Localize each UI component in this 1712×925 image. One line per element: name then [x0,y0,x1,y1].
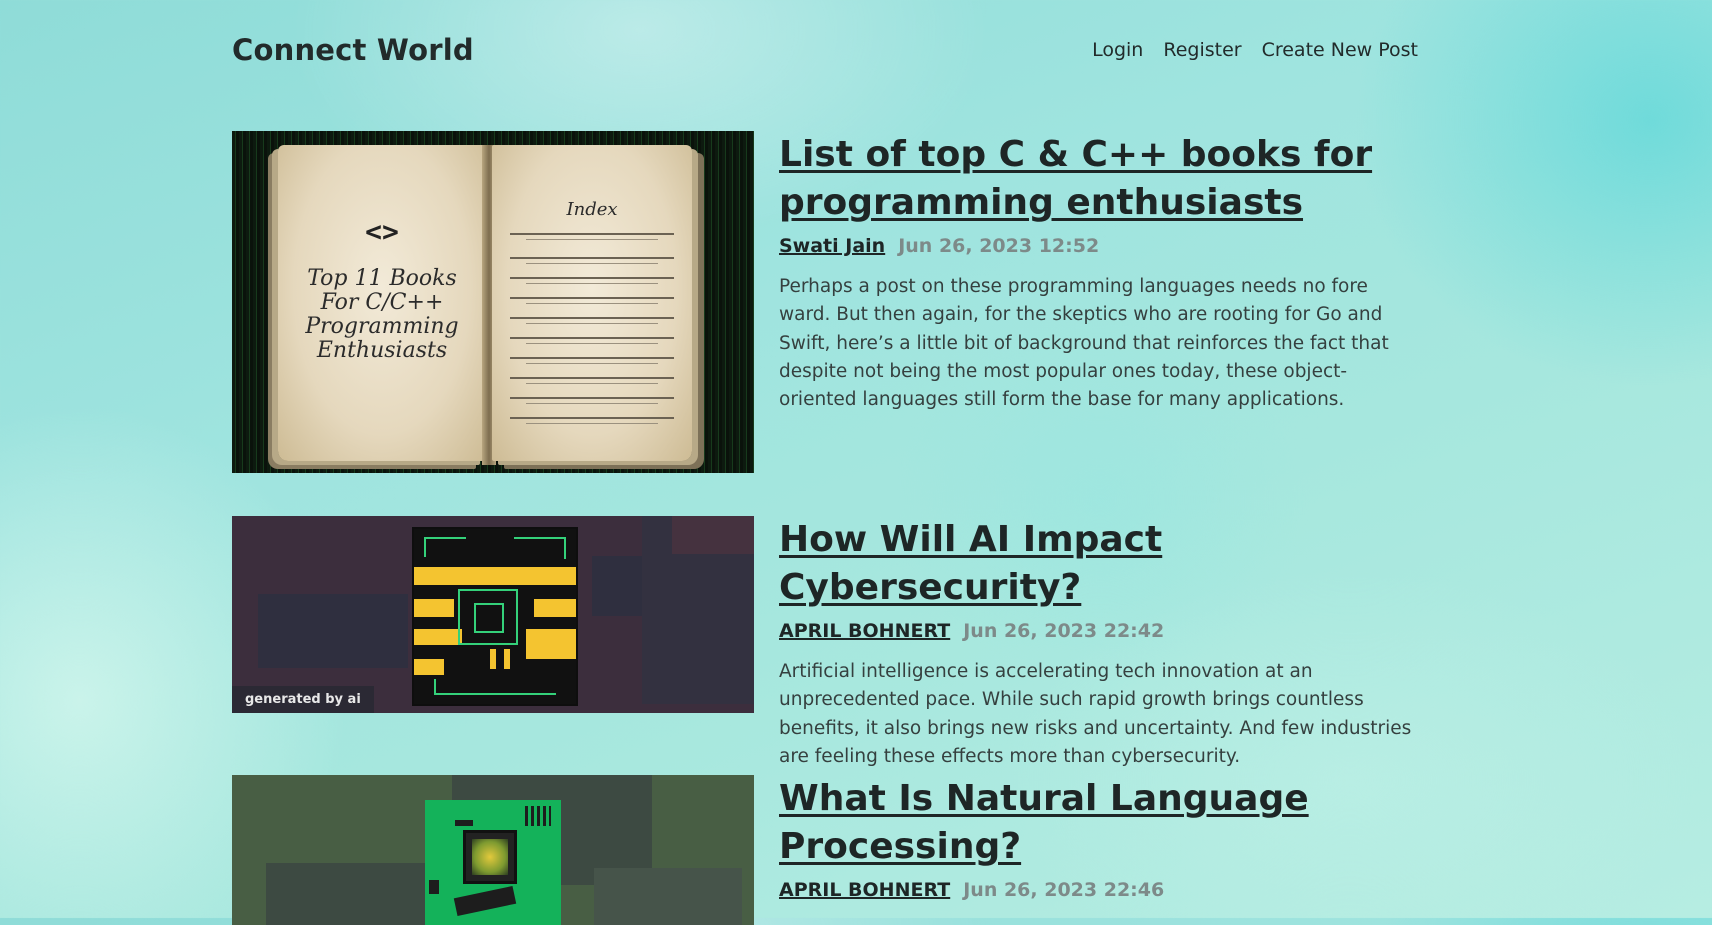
book-image: <> Top 11 Books For C/C++ Programming En… [232,131,754,473]
post-title-link[interactable]: List of top C & C++ books for programmin… [779,131,1419,227]
post-date: Jun 26, 2023 12:52 [898,235,1100,257]
post-meta: Swati Jain Jun 26, 2023 12:52 [779,235,1419,257]
top-nav: Login Register Create New Post [1092,39,1418,61]
author-link[interactable]: APRIL BOHNERT [779,620,950,642]
index-line [510,233,674,235]
book-cover-text: Top 11 Books For C/C++ Programming Enthu… [305,266,459,363]
create-post-link[interactable]: Create New Post [1262,39,1418,61]
post-title-link[interactable]: How Will AI Impact Cybersecurity? [779,516,1419,612]
index-line [526,403,658,404]
post-card: generated by ai How Will AI Impact Cyber… [232,516,1418,767]
bg-block [672,516,754,554]
index-line [510,417,674,419]
post-date: Jun 26, 2023 22:42 [963,620,1165,642]
index-line [510,257,674,259]
post-card: What Is Natural Language Processing? APR… [232,775,1419,925]
post-excerpt: Perhaps a post on these programming lang… [779,276,1389,411]
index-line [526,303,658,304]
author-link[interactable]: APRIL BOHNERT [779,879,950,901]
index-line [526,239,658,240]
book-index-heading: Index [566,199,618,220]
post-meta: APRIL BOHNERT Jun 26, 2023 22:46 [779,879,1419,901]
post-card: <> Top 11 Books For C/C++ Programming En… [232,131,1418,473]
post-thumbnail[interactable]: generated by ai [232,516,754,713]
post-body: List of top C & C++ books for programmin… [779,131,1419,414]
index-line [526,383,658,384]
index-line [526,363,658,364]
book-left-page: <> Top 11 Books For C/C++ Programming En… [278,145,486,461]
index-line [510,397,674,399]
index-line [526,423,658,424]
index-line [526,283,658,284]
site-header: Connect World Login Register Create New … [232,26,1418,74]
post-date: Jun 26, 2023 22:46 [963,879,1165,901]
index-line [526,263,658,264]
author-link[interactable]: Swati Jain [779,235,885,257]
register-link[interactable]: Register [1163,39,1241,61]
circuit-chip-icon [412,527,578,706]
post-excerpt: Artificial intelligence is accelerating … [779,661,1412,767]
computer-board-icon [425,800,561,925]
index-line [510,357,674,359]
nlp-image [232,775,754,925]
post-thumbnail[interactable]: <> Top 11 Books For C/C++ Programming En… [232,131,754,473]
index-line [510,297,674,299]
post-meta: APRIL BOHNERT Jun 26, 2023 22:42 [779,620,1419,642]
bg-block [594,868,742,925]
site-brand[interactable]: Connect World [232,33,474,67]
cybersecurity-image: generated by ai [232,516,754,713]
post-title-link[interactable]: What Is Natural Language Processing? [779,775,1419,871]
post-thumbnail[interactable] [232,775,754,925]
index-line [526,323,658,324]
index-line [526,343,658,344]
bg-block [258,594,408,668]
code-chevron-icon: <> [365,215,399,248]
index-line [510,277,674,279]
login-link[interactable]: Login [1092,39,1143,61]
book-right-page: Index [492,145,692,461]
index-line [510,337,674,339]
post-body: How Will AI Impact Cybersecurity? APRIL … [779,516,1419,771]
bg-block [266,863,446,925]
post-body: What Is Natural Language Processing? APR… [779,775,1419,901]
index-line [510,377,674,379]
index-line [510,317,674,319]
ai-generated-tag: generated by ai [232,686,374,713]
